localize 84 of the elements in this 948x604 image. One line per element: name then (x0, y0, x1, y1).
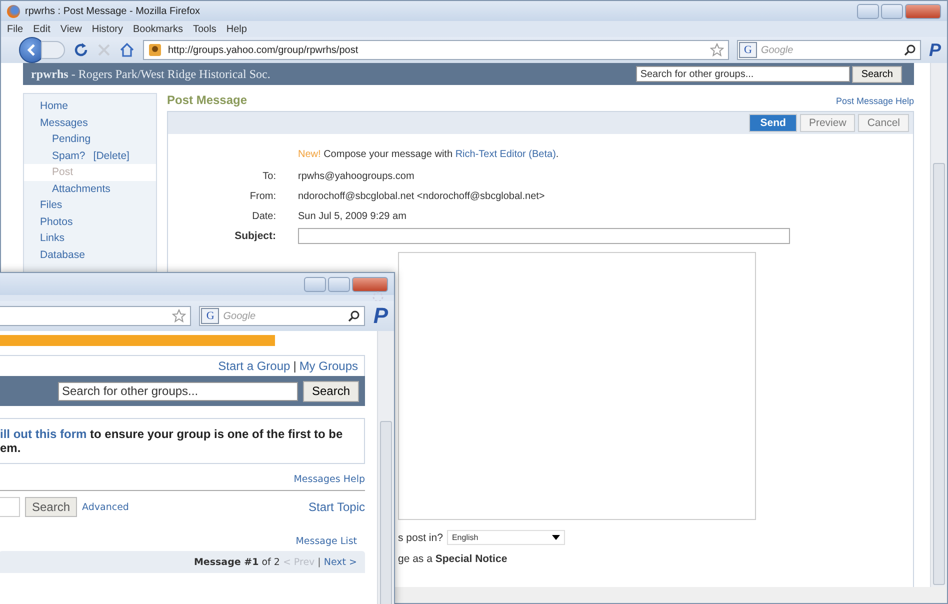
link-separator: | (318, 556, 321, 568)
my-groups-link[interactable]: My Groups (299, 359, 358, 373)
group-search-field[interactable]: Search for other groups... (58, 382, 298, 400)
sidebar-item[interactable]: Database (24, 246, 156, 263)
site-icon (148, 43, 162, 57)
firefox-icon (7, 4, 20, 18)
search-engine-logo[interactable]: G (201, 308, 220, 324)
caret-icon (552, 535, 560, 540)
search-field[interactable]: G Google (199, 306, 366, 326)
sidebar-item[interactable]: Files (24, 197, 156, 214)
page-title: Post Message (167, 93, 248, 107)
maximize-button[interactable] (881, 4, 903, 18)
next-link[interactable]: Next > (324, 556, 357, 568)
field-label: To: (262, 170, 277, 182)
form-button[interactable]: Cancel (858, 114, 909, 132)
address-bar[interactable] (0, 306, 192, 326)
search-button[interactable]: Search (302, 380, 359, 402)
message-body-field[interactable] (398, 252, 756, 520)
search-engine-logo[interactable]: G (738, 42, 757, 58)
subject-field[interactable] (298, 228, 790, 244)
start-topic-link[interactable]: Start Topic (308, 500, 365, 514)
search-field[interactable]: G Google (736, 40, 921, 60)
menu-item[interactable]: View (60, 24, 82, 34)
window-title: rpwrhs : Post Message - Mozilla Firefox (25, 6, 200, 16)
sidebar-item[interactable]: Home (24, 98, 156, 114)
field-value: rpwhs@yahoogroups.com (298, 170, 414, 182)
advanced-link[interactable]: Advanced (82, 502, 129, 512)
addon-logo[interactable]: P (373, 303, 388, 329)
stop-icon[interactable] (97, 43, 111, 57)
language-select[interactable]: English (446, 530, 565, 545)
group-name: rpwrhs - Rogers Park/West Ridge Historical Soc. (31, 66, 270, 82)
group-search-field[interactable]: Search for other groups... (636, 66, 850, 82)
menu-item[interactable]: History (92, 24, 123, 34)
addon-logo[interactable]: P (928, 40, 941, 60)
help-link[interactable]: Post Message Help (836, 96, 914, 106)
minimize-button[interactable] (304, 276, 326, 292)
field-value: ndorochoff@sbcglobal.net <ndorochoff@sbcglobal.net> (298, 190, 545, 202)
sidebar-item[interactable]: Spam? (24, 148, 86, 164)
maximize-button[interactable] (328, 276, 350, 292)
delete-link[interactable]: [Delete] (93, 150, 130, 162)
notice-text: em. (0, 441, 22, 455)
home-icon[interactable] (119, 42, 135, 58)
language-label: s post in? (398, 532, 443, 544)
form-link[interactable]: ill out this form (0, 427, 87, 441)
reload-icon[interactable] (73, 42, 89, 58)
menu-item[interactable]: Bookmarks (132, 24, 183, 34)
search-icon[interactable] (348, 310, 360, 322)
special-notice-label: ge as a Special Notice (398, 553, 508, 565)
close-button[interactable] (905, 4, 941, 18)
menu-item[interactable]: File (7, 24, 24, 34)
search-button[interactable]: Search (25, 497, 78, 517)
message-counter: Message #1 of 2 (194, 556, 280, 568)
link-separator: | (293, 359, 296, 373)
search-button[interactable]: Search (852, 66, 902, 82)
field-label: From: (248, 190, 277, 202)
star-icon[interactable] (710, 43, 724, 57)
sidebar-item[interactable]: Pending (24, 131, 156, 148)
start-group-link[interactable]: Start a Group (218, 359, 290, 373)
menu-item[interactable]: Help (226, 24, 247, 34)
address-bar[interactable]: http://groups.yahoo.com/group/rpwrhs/post (143, 40, 729, 60)
field-label: Subject: (234, 230, 277, 242)
close-button[interactable] (352, 276, 388, 292)
editor-link[interactable]: Rich-Text Editor (Beta) (455, 149, 556, 160)
sidebar-item[interactable]: Messages (24, 114, 156, 131)
scrollbar[interactable] (930, 63, 947, 587)
menu-item[interactable]: Edit (33, 24, 50, 34)
form-button[interactable]: Preview (800, 114, 856, 132)
help-link[interactable]: Messages Help (294, 474, 365, 485)
announcement-text: New! Compose your message with Rich-Text Editor (Beta). (298, 149, 560, 160)
search-icon[interactable] (904, 44, 916, 56)
star-icon[interactable] (172, 309, 186, 323)
minimize-button[interactable] (857, 4, 879, 18)
menu-item[interactable]: Tools (193, 24, 216, 34)
notice-text: ill out this form to ensure your group is one of the first to be (0, 427, 344, 441)
message-list-link[interactable]: Message List (296, 536, 357, 547)
scrollbar[interactable] (377, 331, 394, 604)
sidebar-item[interactable]: Links (24, 230, 156, 246)
field-label: Date: (251, 210, 277, 222)
field-value: Sun Jul 5, 2009 9:29 am (298, 210, 406, 222)
loading-icon (372, 291, 384, 303)
sidebar-item[interactable]: Photos (24, 214, 156, 230)
send-button[interactable]: Send (749, 114, 797, 132)
message-search-field[interactable] (0, 497, 20, 517)
sidebar-item[interactable]: Attachments (24, 180, 156, 197)
